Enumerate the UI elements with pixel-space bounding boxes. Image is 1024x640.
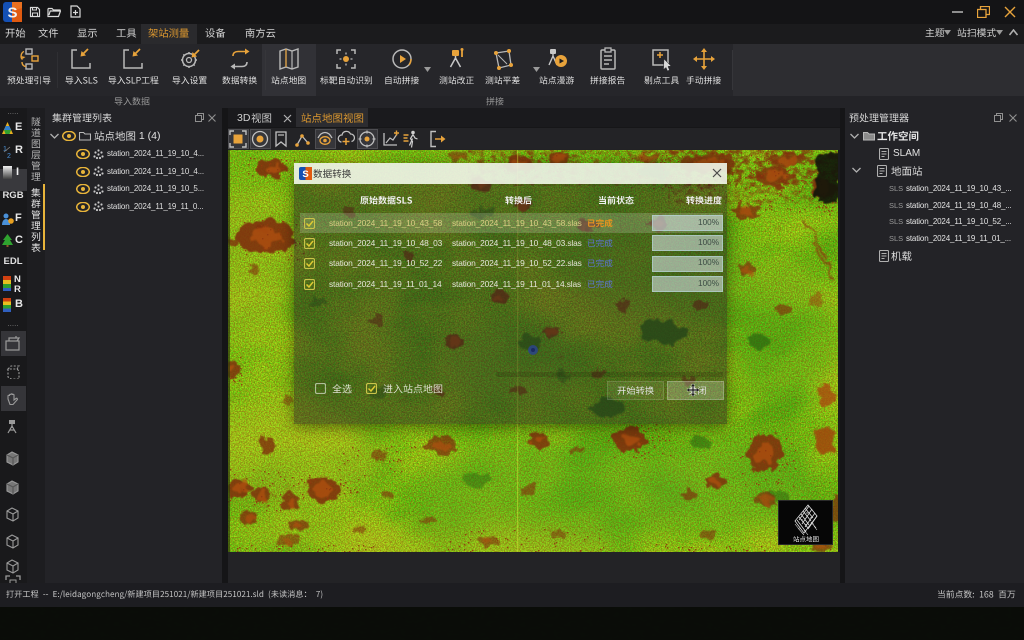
svg-text:S: S — [7, 5, 17, 22]
svg-text:2: 2 — [7, 153, 11, 158]
svg-text:S: S — [302, 169, 308, 180]
